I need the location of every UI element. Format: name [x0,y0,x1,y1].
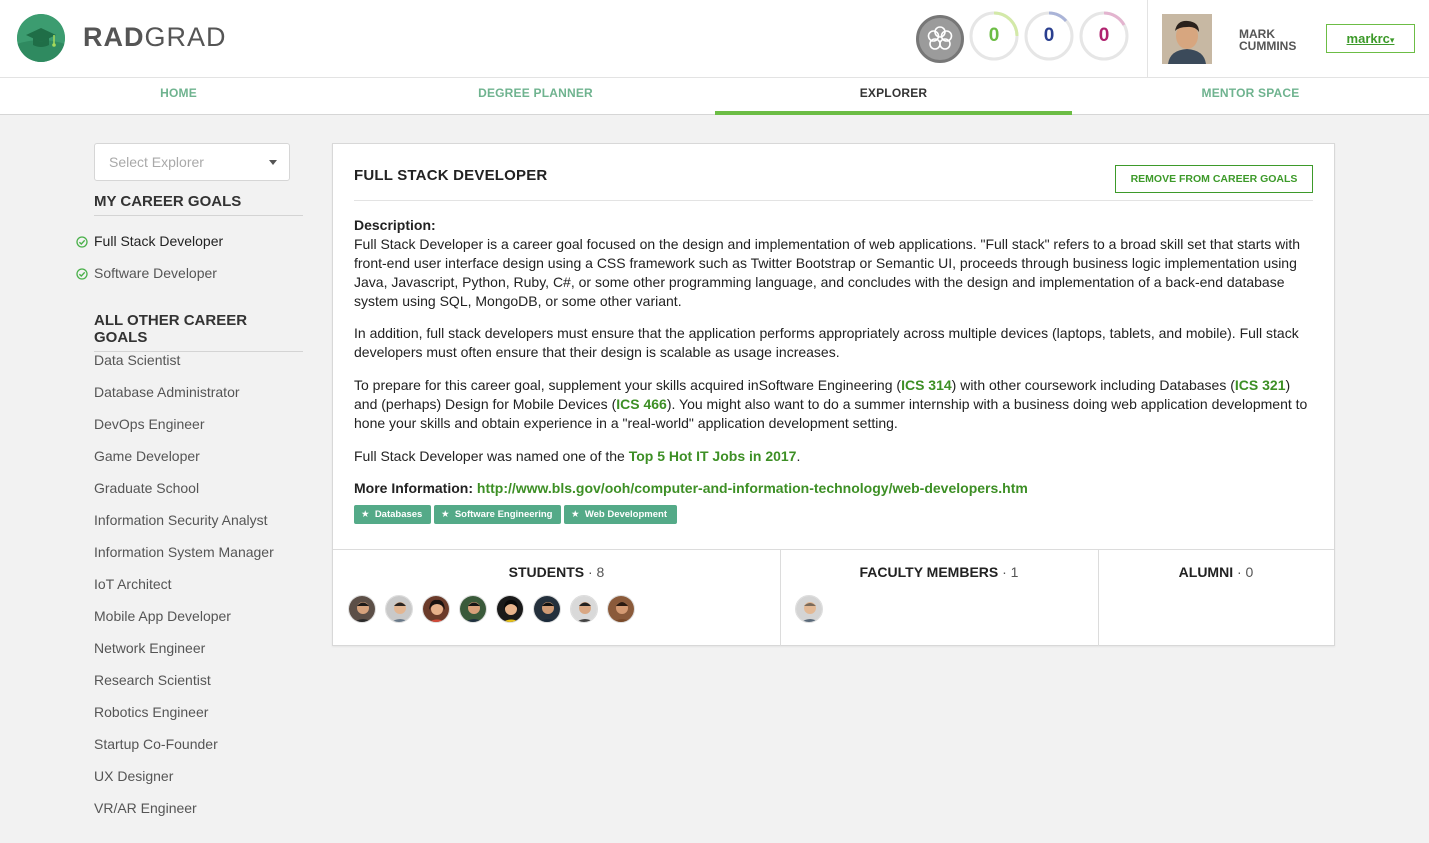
star-icon: ★ [361,509,370,520]
tab-explorer[interactable]: EXPLORER [715,78,1072,115]
card-divider [333,549,1334,550]
dropdown-caret-icon [269,160,277,165]
description-label: Description: [354,217,436,233]
explorer-select-placeholder: Select Explorer [109,154,204,170]
career-goal-item[interactable]: Game Developer [94,448,200,464]
alumni-label: ALUMNI [1178,564,1234,580]
career-goal-item[interactable]: Startup Co-Founder [94,736,218,752]
career-goal-item[interactable]: VR/AR Engineer [94,800,197,816]
tag-web-development[interactable]: ★ Web Development [564,505,677,524]
user-avatar[interactable] [1162,14,1212,64]
career-goal-item[interactable]: UX Designer [94,768,173,784]
course-link-ics466[interactable]: ICS 466 [616,396,667,412]
tag-label: Databases [374,509,423,520]
check-circle-icon [76,268,88,280]
tag-databases[interactable]: ★ Databases [354,505,431,524]
ice-innovation-meter[interactable]: 0 [969,11,1019,61]
faculty-count: · 1 [1002,564,1019,580]
career-goal-item[interactable]: Information System Manager [94,544,274,560]
more-info-label: More Information: [354,480,473,496]
career-goal-title: FULL STACK DEVELOPER [354,167,548,184]
student-avatar[interactable] [422,595,450,623]
tab-mentor-space[interactable]: MENTOR SPACE [1072,78,1429,115]
ice-experience-value: 0 [1098,25,1110,46]
brand-name-rest: GRAD [144,22,227,52]
star-icon: ★ [571,509,580,520]
alumni-count: · 0 [1236,564,1254,580]
student-avatar[interactable] [607,595,635,623]
ice-experience-meter[interactable]: 0 [1079,11,1129,61]
career-goal-item[interactable]: IoT Architect [94,576,172,592]
user-menu-button[interactable]: markrc▾ [1326,24,1415,53]
students-label: STUDENTS [508,564,585,580]
ice-competency-meter[interactable]: 0 [1024,11,1074,61]
brand-name-bold: RAD [83,22,145,52]
check-circle-icon [76,236,88,248]
all-other-career-goals-header: ALL OTHER CAREER GOALS [94,312,303,352]
top-header: RADGRAD 0 0 0 MARK CUMMINS markrc▾ [0,0,1429,78]
description-paragraph-1: Full Stack Developer is a career goal fo… [354,236,1301,309]
description-paragraph-4: Full Stack Developer was named one of th… [354,447,1314,466]
p3-text-2: ) with other coursework including Databa… [951,377,1235,393]
faculty-avatar[interactable] [795,595,823,623]
my-career-goals-header: MY CAREER GOALS [94,193,303,216]
career-goal-item[interactable]: Mobile App Developer [94,608,231,624]
caret-down-icon: ▾ [1389,35,1395,45]
ice-competency-value: 0 [1043,25,1055,46]
ice-innovation-value: 0 [988,25,1000,46]
p3-text-1: To prepare for this career goal, supplem… [354,377,902,393]
career-goal-item[interactable]: Data Scientist [94,352,180,368]
p4-text-2: . [796,448,801,464]
student-avatar[interactable] [533,595,561,623]
career-goal-item[interactable]: DevOps Engineer [94,416,205,432]
student-avatar[interactable] [496,595,524,623]
career-goal-item[interactable]: Graduate School [94,480,199,496]
radgrad-logo-icon[interactable] [17,14,65,62]
main-nav: HOME DEGREE PLANNER EXPLORER MENTOR SPAC… [0,78,1429,115]
header-divider [1147,0,1148,78]
description-paragraph-2: In addition, full stack developers must … [354,325,1299,360]
career-goal-item[interactable]: Information Security Analyst [94,512,268,528]
career-goal-item[interactable]: Network Engineer [94,640,205,656]
faculty-header: FACULTY MEMBERS · 1 [780,564,1098,580]
career-goal-card: FULL STACK DEVELOPER REMOVE FROM CAREER … [332,143,1335,646]
more-info-link[interactable]: http://www.bls.gov/ooh/computer-and-info… [477,480,1028,496]
more-information: More Information: http://www.bls.gov/ooh… [354,480,1028,496]
description-block: Description: Full Stack Developer is a c… [354,216,1314,311]
faculty-label: FACULTY MEMBERS [859,564,999,580]
level-badge-icon[interactable] [916,15,964,63]
student-avatar[interactable] [570,595,598,623]
my-goal-software-developer[interactable]: Software Developer [94,265,217,281]
tag-label: Software Engineering [454,509,553,520]
brand-name[interactable]: RADGRAD [83,22,227,53]
my-goal-full-stack-developer[interactable]: Full Stack Developer [94,233,223,249]
title-divider [354,200,1313,201]
tab-home[interactable]: HOME [0,78,357,115]
tab-degree-planner[interactable]: DEGREE PLANNER [357,78,714,115]
student-avatar[interactable] [459,595,487,623]
students-header: STUDENTS · 8 [333,564,780,580]
p4-text-1: Full Stack Developer was named one of th… [354,448,629,464]
hot-jobs-link[interactable]: Top 5 Hot IT Jobs in 2017 [629,448,797,464]
course-link-ics314[interactable]: ICS 314 [901,377,952,393]
tag-software-engineering[interactable]: ★ Software Engineering [434,505,561,524]
remove-from-career-goals-button[interactable]: REMOVE FROM CAREER GOALS [1115,165,1313,193]
career-goal-item[interactable]: Robotics Engineer [94,704,208,720]
students-count: · 8 [588,564,605,580]
career-goal-item[interactable]: Database Administrator [94,384,240,400]
career-goal-item[interactable]: Research Scientist [94,672,211,688]
star-icon: ★ [441,509,450,520]
alumni-header: ALUMNI · 0 [1098,564,1334,580]
user-last-name: CUMMINS [1239,39,1297,53]
tag-label: Web Development [584,509,667,520]
user-menu-label: markrc [1346,31,1390,46]
explorer-select[interactable]: Select Explorer [94,143,290,181]
student-avatar[interactable] [385,595,413,623]
description-paragraph-3: To prepare for this career goal, supplem… [354,376,1314,433]
student-avatar[interactable] [348,595,376,623]
course-link-ics321[interactable]: ICS 321 [1235,377,1286,393]
user-name: MARK CUMMINS [1239,28,1319,52]
